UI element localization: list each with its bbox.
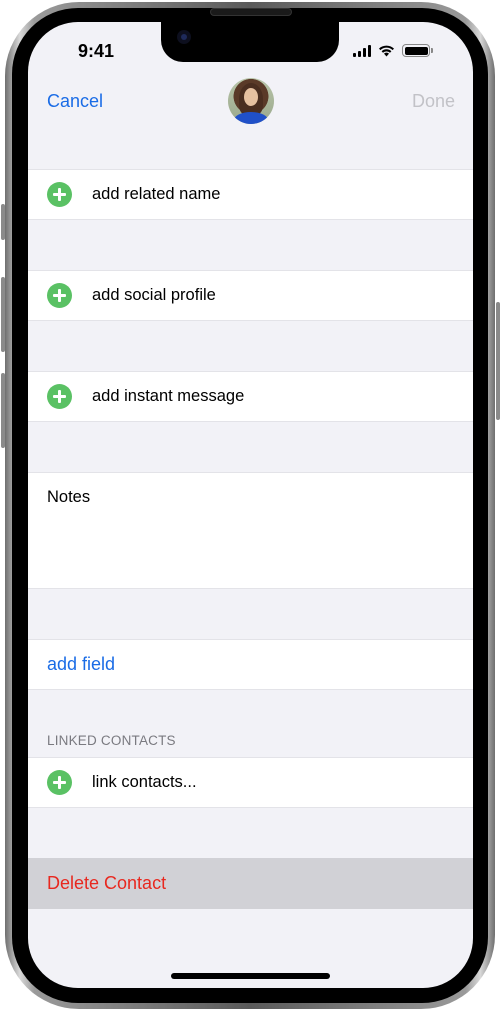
link-contacts-label: link contacts...: [92, 773, 197, 791]
add-field-button[interactable]: add field: [47, 654, 115, 675]
link-contacts-row[interactable]: link contacts...: [28, 757, 473, 808]
add-circle-icon[interactable]: [47, 182, 72, 207]
wifi-icon: [379, 45, 394, 57]
add-circle-icon[interactable]: [47, 283, 72, 308]
speaker-grille: [210, 8, 292, 16]
cellular-signal-icon: [353, 44, 371, 57]
add-circle-icon[interactable]: [47, 384, 72, 409]
add-social-profile-row[interactable]: add social profile: [28, 270, 473, 321]
cancel-button[interactable]: Cancel: [47, 91, 103, 112]
linked-contacts-header: LINKED CONTACTS: [47, 733, 176, 748]
add-related-name-row[interactable]: add related name: [28, 169, 473, 220]
add-related-name-label: add related name: [92, 185, 221, 203]
volume-down-button: [1, 373, 5, 448]
delete-contact-button[interactable]: Delete Contact: [47, 873, 166, 894]
add-social-profile-label: add social profile: [92, 286, 216, 304]
volume-up-button: [1, 277, 5, 352]
status-icons: [353, 44, 433, 57]
delete-contact-row[interactable]: Delete Contact: [28, 858, 473, 909]
add-circle-icon[interactable]: [47, 770, 72, 795]
add-instant-message-row[interactable]: add instant message: [28, 371, 473, 422]
status-time: 9:41: [78, 41, 115, 61]
done-button[interactable]: Done: [412, 91, 455, 112]
add-field-row[interactable]: add field: [28, 639, 473, 690]
avatar[interactable]: [228, 78, 274, 124]
add-instant-message-label: add instant message: [92, 387, 245, 405]
notes-field[interactable]: Notes: [28, 472, 473, 589]
home-indicator[interactable]: [171, 973, 330, 979]
battery-icon: [402, 44, 433, 57]
front-camera: [177, 30, 191, 44]
power-button: [496, 302, 500, 420]
silent-switch: [1, 204, 5, 240]
notes-label: Notes: [47, 488, 91, 506]
